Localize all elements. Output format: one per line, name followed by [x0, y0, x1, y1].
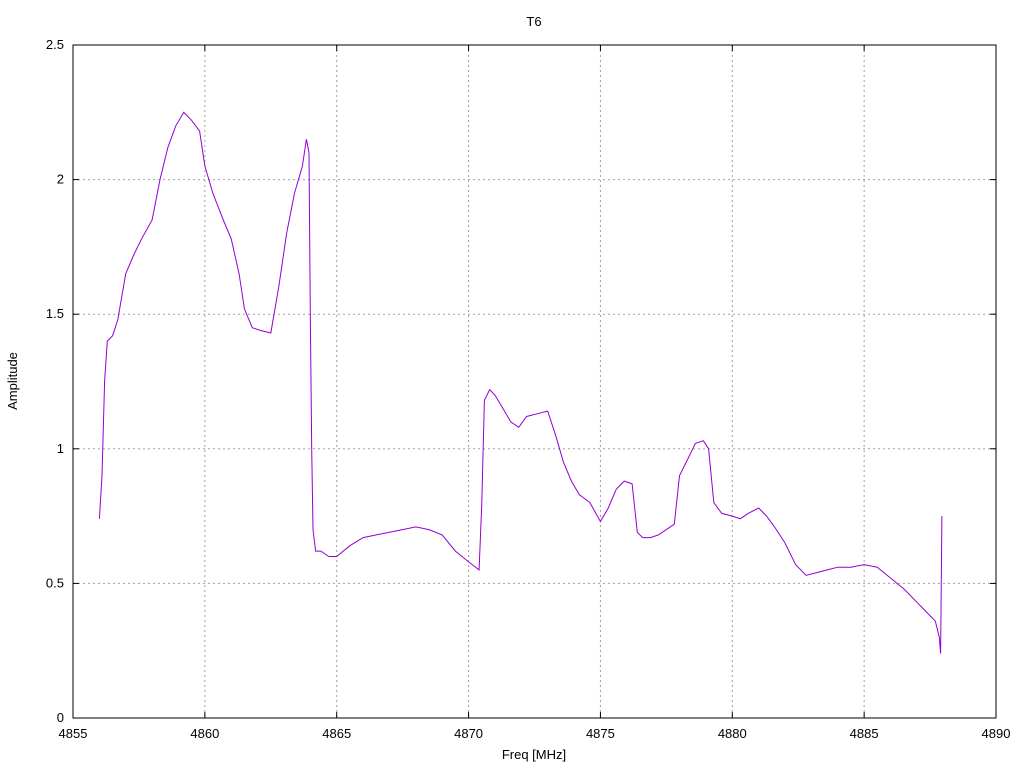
y-tick-label: 1 [57, 441, 64, 456]
y-tick-label: 0.5 [46, 575, 64, 590]
y-tick-label: 0 [57, 710, 64, 725]
x-tick-label: 4865 [322, 726, 351, 741]
x-tick-label: 4875 [586, 726, 615, 741]
line-chart: 4855 4860 4865 4870 4875 4880 4885 4890 0 0.5 1 1.5… [5, 14, 1011, 762]
y-axis-label: Amplitude [5, 352, 20, 410]
x-tick-label: 4860 [190, 726, 219, 741]
x-tick-label: 4885 [850, 726, 879, 741]
y-tick-label: 2 [57, 172, 64, 187]
x-tick-label: 4890 [982, 726, 1011, 741]
y-tick-label: 2.5 [46, 37, 64, 52]
x-tick-label: 4880 [718, 726, 747, 741]
chart-title: T6 [526, 14, 541, 29]
x-tick-label: 4855 [59, 726, 88, 741]
grid-layer [73, 45, 996, 718]
x-axis-label: Freq [MHz] [502, 747, 566, 762]
series-layer [98, 111, 943, 654]
tick-layer: 4855 4860 4865 4870 4875 4880 4885 4890 0 0.5 1 1.5… [46, 37, 1011, 741]
series-line [98, 111, 943, 654]
chart-container: 4855 4860 4865 4870 4875 4880 4885 4890 0 0.5 1 1.5… [0, 0, 1024, 768]
y-tick-label: 1.5 [46, 306, 64, 321]
plot-frame [72, 44, 997, 719]
x-tick-label: 4870 [454, 726, 483, 741]
